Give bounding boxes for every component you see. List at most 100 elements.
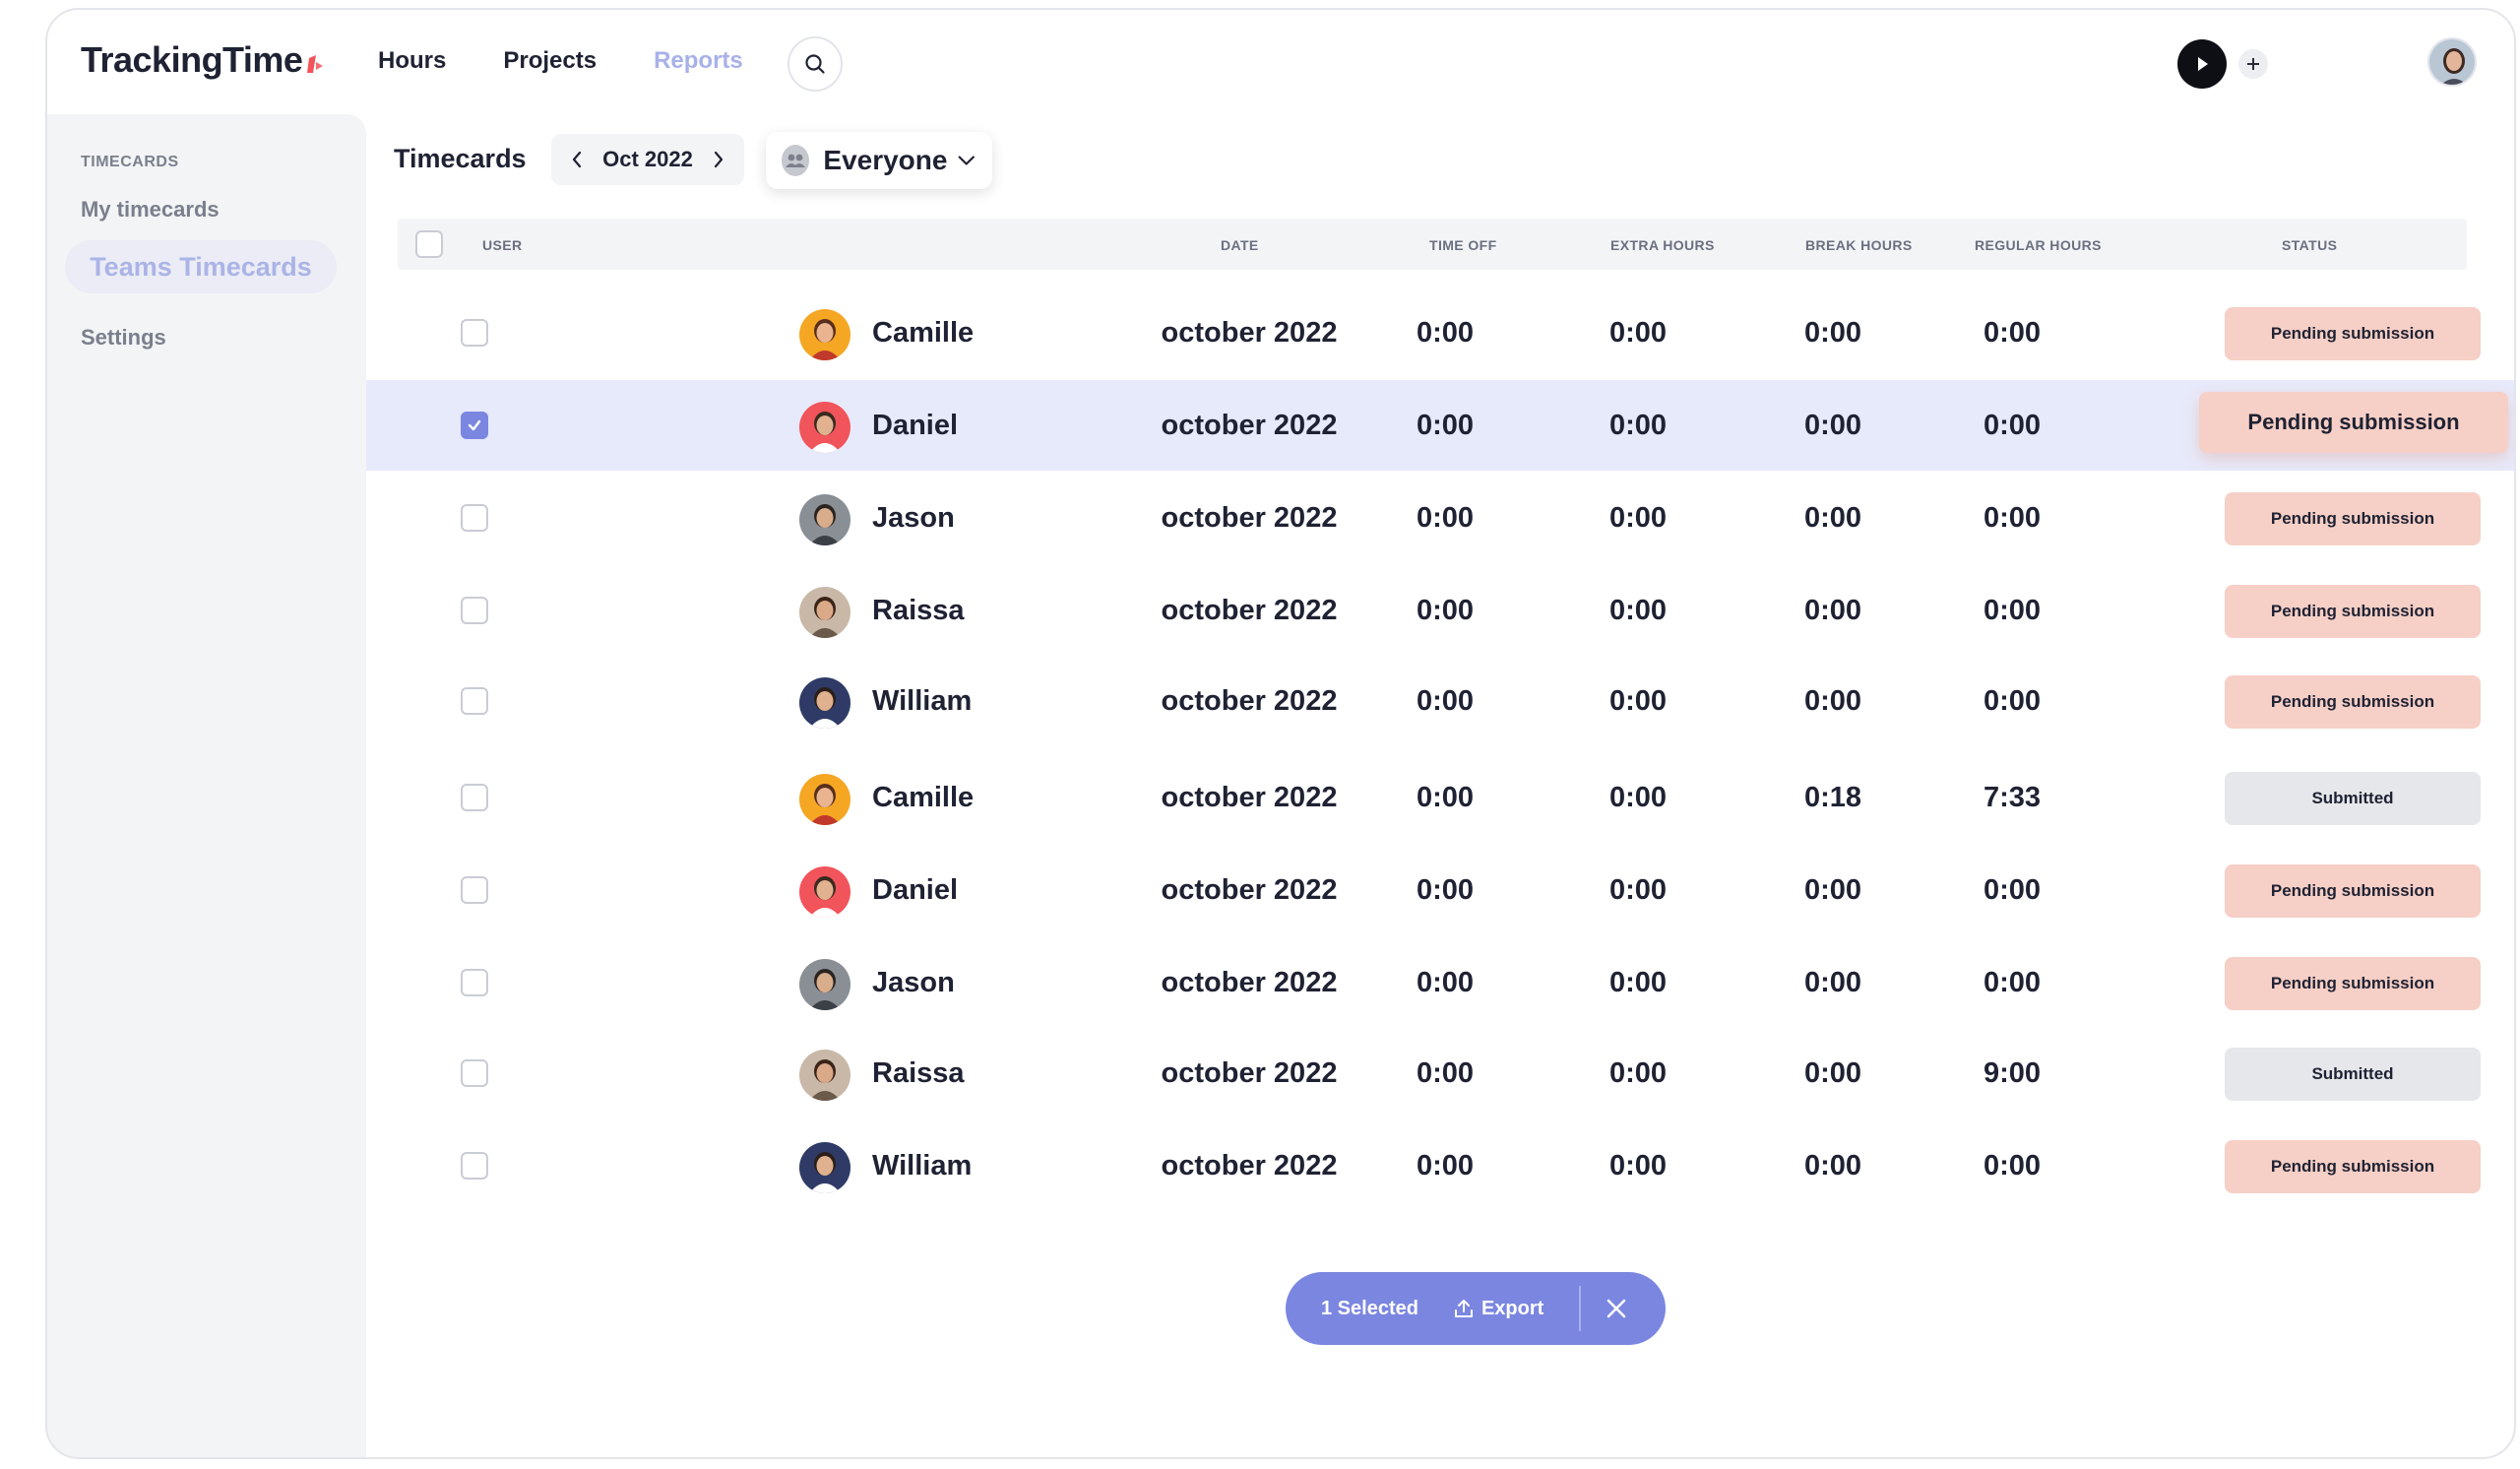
user-name: Camille — [872, 782, 975, 813]
row-checkbox[interactable] — [461, 876, 488, 904]
month-picker: Oct 2022 — [551, 134, 744, 185]
status-badge[interactable]: Pending submission — [2225, 957, 2481, 1010]
date-cell: october 2022 — [1161, 874, 1338, 906]
table-row[interactable]: Camille october 2022 0:00 0:00 0:18 7:33 Submi… — [366, 752, 2514, 843]
avatar-icon — [799, 1050, 850, 1101]
status-badge[interactable]: Submitted — [2225, 772, 2481, 825]
nav-reports[interactable]: Reports — [654, 47, 743, 75]
check-icon — [468, 419, 481, 431]
next-month-button[interactable] — [709, 150, 728, 169]
table-row[interactable]: William october 2022 0:00 0:00 0:00 0:00 Pendi… — [366, 656, 2514, 746]
plus-icon — [2247, 58, 2259, 70]
export-button[interactable]: Export — [1454, 1298, 1544, 1320]
start-timer-button[interactable] — [2177, 39, 2227, 89]
current-month[interactable]: Oct 2022 — [602, 147, 693, 172]
status-badge[interactable]: Submitted — [2225, 1048, 2481, 1101]
col-break-hours[interactable]: BREAK HOURS — [1805, 237, 1913, 253]
row-checkbox[interactable] — [461, 597, 488, 624]
col-regular-hours[interactable]: REGULAR HOURS — [1975, 237, 2102, 253]
user-avatar — [799, 959, 850, 1010]
col-status[interactable]: STATUS — [2282, 237, 2337, 253]
sidebar-item-my-timecards[interactable]: My timecards — [81, 197, 220, 223]
row-checkbox[interactable] — [461, 969, 488, 996]
date-cell: october 2022 — [1161, 782, 1338, 813]
date-cell: october 2022 — [1161, 595, 1338, 626]
col-user[interactable]: USER — [482, 237, 523, 253]
status-badge[interactable]: Pending submission — [2225, 864, 2481, 918]
col-time-off[interactable]: TIME OFF — [1429, 237, 1497, 253]
avatar-icon — [799, 774, 850, 825]
sidebar-item-teams-timecards[interactable]: Teams Timecards — [65, 240, 337, 293]
extra-hours-cell: 0:00 — [1608, 1057, 1668, 1089]
date-cell: october 2022 — [1161, 685, 1338, 717]
nav-hours[interactable]: Hours — [378, 47, 446, 75]
col-date[interactable]: DATE — [1221, 237, 1259, 253]
row-checkbox[interactable] — [461, 319, 488, 347]
regular-hours-cell: 7:33 — [1983, 782, 2042, 813]
break-hours-cell: 0:00 — [1803, 595, 1862, 626]
break-hours-cell: 0:18 — [1803, 782, 1862, 813]
search-icon — [805, 54, 825, 74]
table-row[interactable]: Jason october 2022 0:00 0:00 0:00 0:00 Pending… — [366, 937, 2514, 1028]
user-name: Daniel — [872, 410, 959, 441]
time-off-cell: 0:00 — [1416, 685, 1475, 717]
people-filter-dropdown[interactable]: Everyone — [766, 132, 992, 189]
table-row[interactable]: Daniel october 2022 0:00 0:00 0:00 0:00 Pendin… — [366, 380, 2514, 471]
table-header: USER DATE TIME OFF EXTRA HOURS BREAK HOU… — [398, 219, 2467, 270]
avatar-icon — [799, 866, 850, 918]
col-extra-hours[interactable]: EXTRA HOURS — [1610, 237, 1715, 253]
table-row[interactable]: Daniel october 2022 0:00 0:00 0:00 0:00 Pendin… — [366, 845, 2514, 935]
user-avatar — [799, 402, 850, 453]
nav-projects[interactable]: Projects — [503, 47, 597, 75]
status-badge[interactable]: Pending submission — [2225, 1140, 2481, 1193]
time-off-cell: 0:00 — [1416, 967, 1475, 998]
row-checkbox[interactable] — [461, 412, 488, 439]
user-name: Camille — [872, 317, 975, 349]
status-badge[interactable]: Pending submission — [2225, 307, 2481, 360]
table-row[interactable]: Raissa october 2022 0:00 0:00 0:00 0:00 Pendin… — [366, 565, 2514, 656]
table-row[interactable]: Jason october 2022 0:00 0:00 0:00 0:00 Pending… — [366, 473, 2514, 563]
row-checkbox[interactable] — [461, 504, 488, 532]
play-icon — [2198, 57, 2208, 71]
add-button[interactable] — [2238, 49, 2268, 79]
row-checkbox[interactable] — [461, 687, 488, 715]
top-navigation: TrackingTime Hours Projects Reports — [47, 10, 2514, 114]
prev-month-button[interactable] — [567, 150, 587, 169]
group-icon — [782, 145, 810, 176]
break-hours-cell: 0:00 — [1803, 410, 1862, 441]
avatar-icon — [799, 587, 850, 638]
break-hours-cell: 0:00 — [1803, 317, 1862, 349]
status-badge[interactable]: Pending submission — [2225, 675, 2481, 729]
time-off-cell: 0:00 — [1416, 502, 1475, 534]
avatar-icon — [799, 959, 850, 1010]
regular-hours-cell: 9:00 — [1983, 1057, 2042, 1089]
row-checkbox[interactable] — [461, 1152, 488, 1180]
logo[interactable]: TrackingTime — [81, 39, 324, 81]
time-off-cell: 0:00 — [1416, 410, 1475, 441]
clear-selection-button[interactable] — [1597, 1289, 1636, 1328]
user-avatar[interactable] — [2427, 37, 2477, 87]
date-cell: october 2022 — [1161, 410, 1338, 441]
status-badge[interactable]: Pending submission — [2225, 585, 2481, 638]
extra-hours-cell: 0:00 — [1608, 502, 1668, 534]
status-badge[interactable]: Pending submission — [2199, 392, 2508, 453]
table-row[interactable]: Camille october 2022 0:00 0:00 0:00 0:00 Pendi… — [366, 287, 2514, 378]
avatar-icon — [799, 494, 850, 545]
people-filter-value: Everyone — [823, 145, 948, 175]
table-row[interactable]: William october 2022 0:00 0:00 0:00 0:00 Pendi… — [366, 1120, 2514, 1211]
break-hours-cell: 0:00 — [1803, 1150, 1862, 1182]
chevron-right-icon — [714, 151, 724, 168]
logo-text: TrackingTime — [81, 39, 303, 80]
search-button[interactable] — [788, 36, 843, 92]
sidebar-item-settings[interactable]: Settings — [81, 325, 166, 351]
select-all-checkbox[interactable] — [415, 230, 443, 258]
table-row[interactable]: Raissa october 2022 0:00 0:00 0:00 9:00 Submit… — [366, 1028, 2514, 1118]
row-checkbox[interactable] — [461, 784, 488, 811]
close-icon — [1606, 1299, 1626, 1318]
user-avatar — [799, 1142, 850, 1193]
extra-hours-cell: 0:00 — [1608, 317, 1668, 349]
row-checkbox[interactable] — [461, 1059, 488, 1087]
regular-hours-cell: 0:00 — [1983, 967, 2042, 998]
user-name: Daniel — [872, 874, 959, 906]
status-badge[interactable]: Pending submission — [2225, 492, 2481, 545]
